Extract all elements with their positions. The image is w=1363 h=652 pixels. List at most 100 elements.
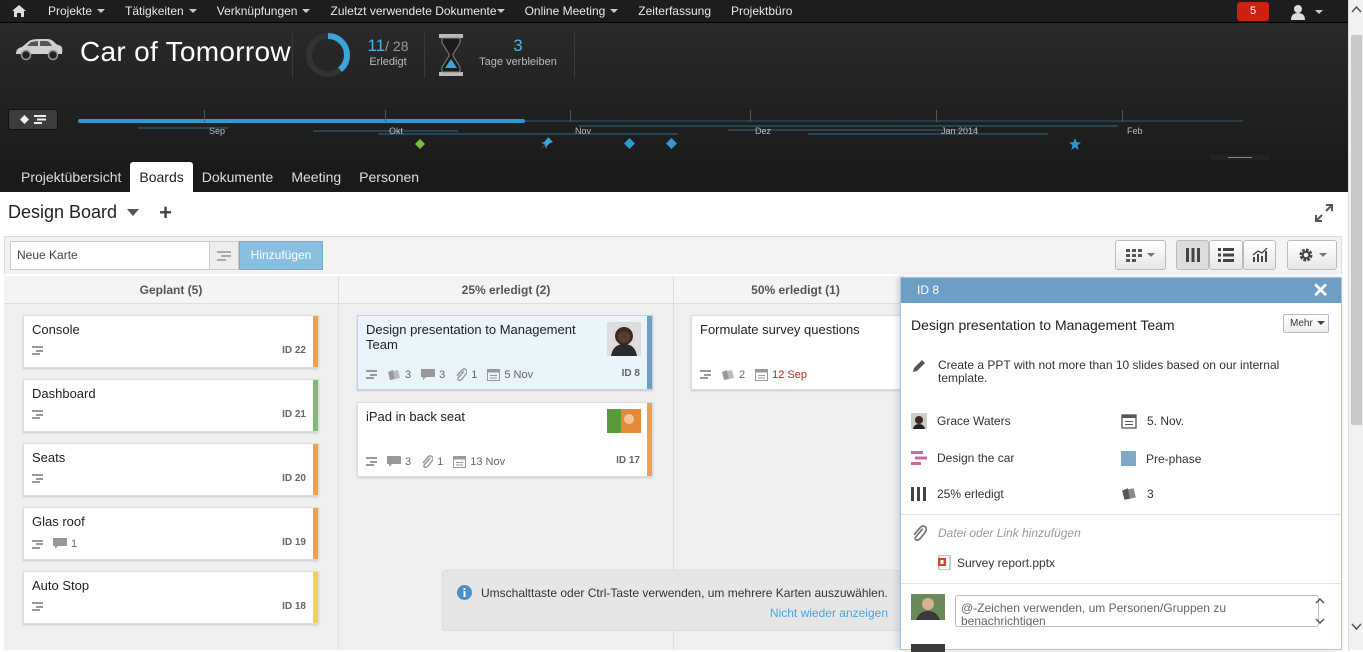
- due-date: 5 Nov: [504, 368, 534, 381]
- chevron-down-icon[interactable]: [127, 209, 140, 216]
- card[interactable]: Formulate survey questions 2 12 Sep: [691, 315, 903, 390]
- card[interactable]: Seats ID 20: [23, 443, 319, 496]
- scrollbar-thumb[interactable]: [1351, 35, 1362, 425]
- effort-icon: [722, 369, 734, 380]
- fullscreen-icon[interactable]: [1315, 204, 1333, 227]
- star-icon[interactable]: [1069, 138, 1081, 150]
- assignee-name: Grace Waters: [937, 414, 1011, 428]
- card-id: ID 18: [282, 601, 306, 612]
- divider: [574, 33, 575, 78]
- multi-select-tip: Umschalttaste oder Ctrl-Taste verwenden,…: [442, 570, 902, 631]
- nav-projektbuero[interactable]: Projektbüro: [721, 0, 802, 23]
- lines-icon: [34, 115, 46, 124]
- timeline-tick: [204, 110, 205, 122]
- timeline-month: Okt: [389, 126, 404, 136]
- card-color-stripe: [313, 508, 318, 559]
- card-color-stripe: [313, 444, 318, 495]
- tab-boards[interactable]: Boards: [130, 162, 193, 192]
- effort-icon: [1122, 488, 1136, 500]
- nav-zeiterfassung[interactable]: Zeiterfassung: [628, 0, 721, 23]
- nav-online-meeting[interactable]: Online Meeting: [515, 0, 629, 23]
- project-title[interactable]: Car of Tomorrow: [80, 36, 291, 68]
- close-icon[interactable]: ✕: [1312, 279, 1329, 304]
- tab-personen[interactable]: Personen: [350, 162, 428, 192]
- effort-field[interactable]: 3: [1121, 487, 1154, 501]
- board-header: Design Board +: [8, 201, 172, 223]
- priority-icon: [366, 370, 377, 379]
- dont-show-again-link[interactable]: Nicht wieder anzeigen: [770, 606, 888, 620]
- more-button[interactable]: Mehr: [1283, 314, 1329, 333]
- detail-description[interactable]: Create a PPT with not more than 10 slide…: [938, 359, 1308, 385]
- top-navigation: Projekte Tätigkeiten Verknüpfungen Zulet…: [0, 0, 1348, 23]
- chevron-down-icon: [188, 9, 197, 13]
- notification-badge[interactable]: 5: [1237, 2, 1269, 21]
- user-menu[interactable]: [1290, 2, 1323, 21]
- phase-field[interactable]: Pre-phase: [1121, 451, 1201, 466]
- card-meta: 1: [32, 538, 77, 550]
- milestone-icon[interactable]: [624, 138, 635, 149]
- list-view-button[interactable]: [1209, 240, 1243, 270]
- tab-meeting[interactable]: Meeting: [282, 162, 350, 192]
- timeline-toggle-button[interactable]: [8, 109, 58, 130]
- card-options-icon[interactable]: [209, 241, 239, 270]
- board-title[interactable]: Design Board: [8, 202, 117, 223]
- milestone-done-icon[interactable]: [415, 139, 425, 149]
- card[interactable]: Glas roof 1 ID 19: [23, 507, 319, 560]
- assignee-field[interactable]: Grace Waters: [911, 413, 1011, 429]
- card-id: ID 21: [282, 409, 306, 420]
- card[interactable]: Dashboard ID 21: [23, 379, 319, 432]
- card[interactable]: iPad in back seat 3 1 13 Nov ID 17: [357, 402, 653, 477]
- layout-menu-button[interactable]: [1115, 240, 1166, 270]
- tab-projektuebersicht[interactable]: Projektübersicht: [12, 162, 130, 192]
- due-date: 13 Nov: [470, 455, 506, 468]
- card[interactable]: Console ID 22: [23, 315, 319, 368]
- attachment-file[interactable]: Survey report.pptx: [938, 555, 1055, 570]
- card-meta: [32, 346, 43, 355]
- tab-dokumente[interactable]: Dokumente: [193, 162, 283, 192]
- add-attachment-link[interactable]: Datei oder Link hinzufügen: [938, 526, 1081, 540]
- priority-icon: [32, 346, 43, 355]
- paperclip-icon: [913, 525, 927, 541]
- card-id: ID 22: [282, 345, 306, 356]
- board-field[interactable]: Design the car: [911, 451, 1014, 465]
- done-label: Erledigt: [369, 56, 407, 68]
- pin-icon[interactable]: [541, 137, 553, 149]
- card-color-stripe: [313, 380, 318, 431]
- card-selected[interactable]: Design presentation to Management Team 3…: [357, 315, 653, 390]
- nav-projekte[interactable]: Projekte: [38, 0, 115, 23]
- priority-icon: [366, 457, 377, 466]
- chart-view-button[interactable]: [1243, 240, 1276, 270]
- comment-input[interactable]: @-Zeichen verwenden, um Personen/Gruppen…: [955, 595, 1319, 627]
- nav-verknuepfungen[interactable]: Verknüpfungen: [207, 0, 321, 23]
- timeline-month: Sep: [209, 126, 226, 136]
- project-tabs: Projektübersicht Boards Dokumente Meetin…: [0, 160, 1348, 192]
- nav-taetigkeiten[interactable]: Tätigkeiten: [115, 0, 207, 23]
- comment-entry-avatar: [911, 644, 945, 652]
- card-title: iPad in back seat: [366, 409, 466, 424]
- card[interactable]: Auto Stop ID 18: [23, 571, 319, 624]
- detail-title[interactable]: Design presentation to Management Team: [911, 317, 1175, 333]
- milestone-icon[interactable]: [666, 138, 677, 149]
- chevron-down-icon: [1318, 253, 1327, 257]
- scroll-down-icon[interactable]: [1351, 622, 1362, 632]
- timeline[interactable]: Sep Okt Nov Dez Jan 2014 Feb: [78, 107, 1243, 157]
- progress-value: 25% erledigt: [937, 487, 1004, 501]
- add-board-icon[interactable]: +: [159, 201, 172, 223]
- add-card-button[interactable]: Hinzufügen: [239, 241, 323, 270]
- settings-button[interactable]: [1287, 240, 1337, 270]
- board-view-button[interactable]: [1176, 240, 1209, 270]
- nav-recent-documents[interactable]: Zuletzt verwendete Dokumente: [320, 0, 514, 23]
- grid-icon: [1126, 248, 1142, 262]
- page-scrollbar[interactable]: [1348, 0, 1363, 650]
- home-icon[interactable]: [0, 0, 38, 23]
- card-meta: 3 1 13 Nov: [366, 455, 505, 468]
- progress-field[interactable]: 25% erledigt: [911, 487, 1004, 501]
- comment-count: 3: [439, 368, 446, 381]
- info-icon: [457, 585, 472, 600]
- due-date-field[interactable]: 5. Nov.: [1121, 413, 1184, 429]
- avatar: [911, 413, 927, 429]
- new-card-input[interactable]: Neue Karte: [10, 241, 210, 270]
- card-color-stripe: [647, 316, 652, 389]
- scroll-up-icon[interactable]: [1351, 4, 1362, 14]
- comment-scroll[interactable]: [1314, 596, 1326, 626]
